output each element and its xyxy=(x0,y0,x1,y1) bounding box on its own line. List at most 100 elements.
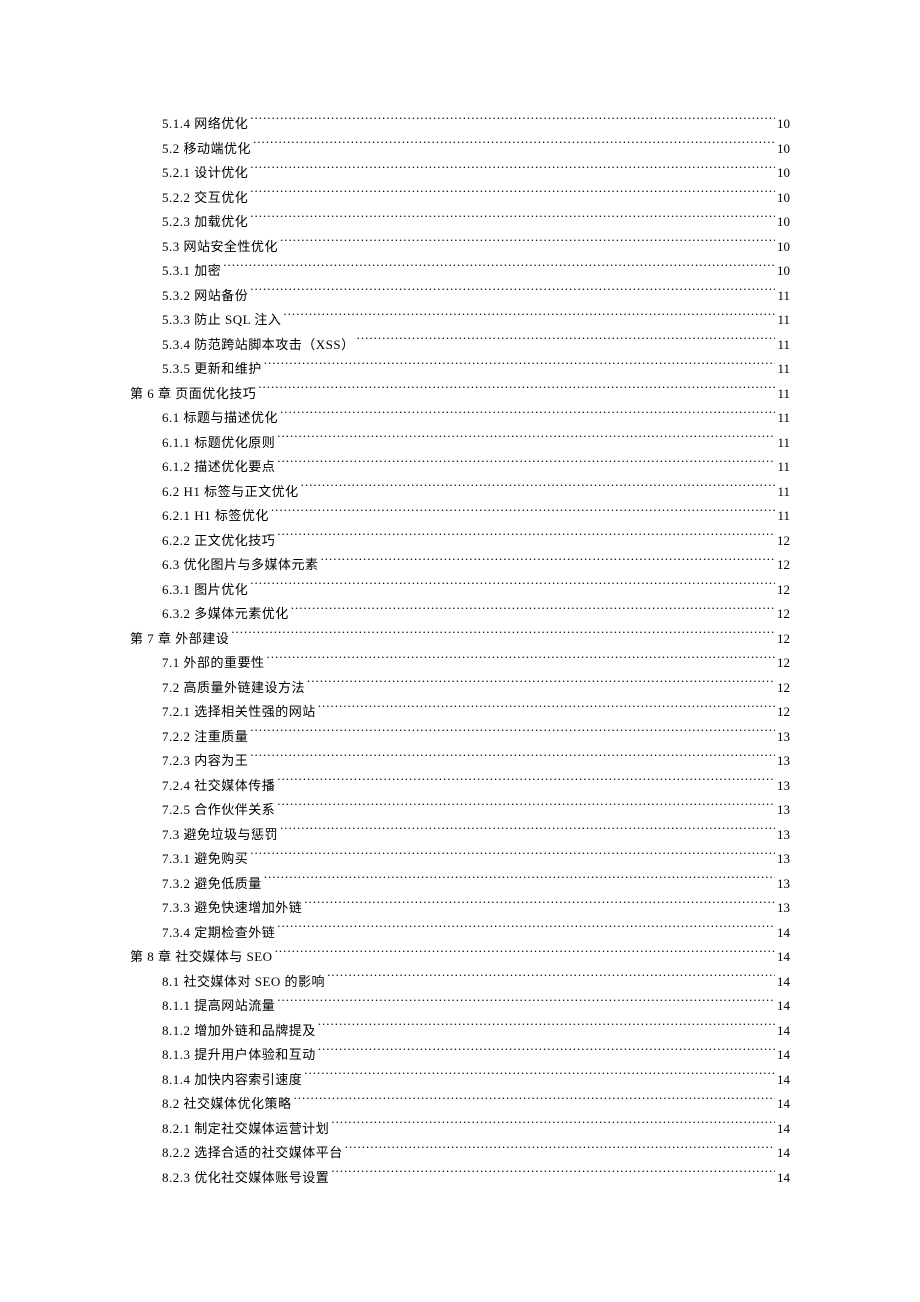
toc-label: 5.2 移动端优化 xyxy=(162,137,251,162)
toc-entry[interactable]: 8.2.1 制定社交媒体运营计划14 xyxy=(130,1117,790,1142)
toc-entry[interactable]: 7.2.5 合作伙伴关系13 xyxy=(130,798,790,823)
toc-page-number: 14 xyxy=(777,945,790,970)
toc-entry[interactable]: 7.2.4 社交媒体传播13 xyxy=(130,774,790,799)
toc-entry[interactable]: 8.2.3 优化社交媒体账号设置 14 xyxy=(130,1166,790,1191)
toc-entry[interactable]: 7.3.2 避免低质量13 xyxy=(130,872,790,897)
toc-leader-dots xyxy=(331,1169,775,1182)
toc-entry[interactable]: 8.1 社交媒体对 SEO 的影响14 xyxy=(130,970,790,995)
toc-entry[interactable]: 第 6 章 页面优化技巧11 xyxy=(130,382,790,407)
toc-entry[interactable]: 8.2.2 选择合适的社交媒体平台14 xyxy=(130,1141,790,1166)
toc-leader-dots xyxy=(280,826,775,839)
toc-entry[interactable]: 5.2.2 交互优化 10 xyxy=(130,186,790,211)
toc-page-number: 11 xyxy=(777,382,790,407)
toc-entry[interactable]: 8.1.4 加快内容索引速度14 xyxy=(130,1068,790,1093)
toc-entry[interactable]: 7.3.3 避免快速增加外链 13 xyxy=(130,896,790,921)
toc-entry[interactable]: 5.2.1 设计优化 10 xyxy=(130,161,790,186)
toc-label: 7.3.4 定期检查外链 xyxy=(162,921,275,946)
toc-label: 5.3.1 加密 xyxy=(162,259,221,284)
toc-page-number: 14 xyxy=(777,1068,790,1093)
toc-entry[interactable]: 6.2 H1 标签与正文优化11 xyxy=(130,480,790,505)
toc-entry[interactable]: 7.2 高质量外链建设方法 12 xyxy=(130,676,790,701)
toc-entry[interactable]: 5.3 网站安全性优化10 xyxy=(130,235,790,260)
toc-page-number: 14 xyxy=(777,921,790,946)
toc-leader-dots xyxy=(250,164,775,177)
toc-entry[interactable]: 5.2 移动端优化 10 xyxy=(130,137,790,162)
toc-leader-dots xyxy=(264,360,776,373)
toc-label: 6.2 H1 标签与正文优化 xyxy=(162,480,299,505)
toc-page-number: 10 xyxy=(777,259,790,284)
toc-leader-dots xyxy=(277,434,775,447)
toc-entry[interactable]: 6.1 标题与描述优化11 xyxy=(130,406,790,431)
toc-entry[interactable]: 7.3.1 避免购买 13 xyxy=(130,847,790,872)
toc-leader-dots xyxy=(318,1046,775,1059)
toc-leader-dots xyxy=(277,801,775,814)
toc-label: 8.2.3 优化社交媒体账号设置 xyxy=(162,1166,329,1191)
toc-entry[interactable]: 6.1.1 标题优化原则11 xyxy=(130,431,790,456)
toc-leader-dots xyxy=(250,189,775,202)
toc-entry[interactable]: 7.3 避免垃圾与惩罚13 xyxy=(130,823,790,848)
toc-page-number: 12 xyxy=(777,627,790,652)
toc-entry[interactable]: 7.2.2 注重质量 13 xyxy=(130,725,790,750)
toc-page-number: 11 xyxy=(777,431,790,456)
toc-label: 7.3.2 避免低质量 xyxy=(162,872,262,897)
toc-entry[interactable]: 5.3.5 更新和维护11 xyxy=(130,357,790,382)
toc-leader-dots xyxy=(301,483,776,496)
toc-page-number: 12 xyxy=(777,651,790,676)
toc-label: 7.3.3 避免快速增加外链 xyxy=(162,896,302,921)
toc-leader-dots xyxy=(250,213,775,226)
toc-leader-dots xyxy=(277,997,775,1010)
toc-entry[interactable]: 7.2.3 内容为王 13 xyxy=(130,749,790,774)
toc-entry[interactable]: 5.3.1 加密 10 xyxy=(130,259,790,284)
toc-entry[interactable]: 8.1.2 增加外链和品牌提及14 xyxy=(130,1019,790,1044)
toc-leader-dots xyxy=(304,1071,775,1084)
toc-page-number: 11 xyxy=(777,357,790,382)
toc-label: 5.3.2 网站备份 xyxy=(162,284,248,309)
toc-leader-dots xyxy=(294,1095,775,1108)
toc-label: 8.2 社交媒体优化策略 xyxy=(162,1092,292,1117)
toc-entry[interactable]: 6.2.1 H1 标签优化11 xyxy=(130,504,790,529)
toc-page-number: 14 xyxy=(777,1043,790,1068)
toc-leader-dots xyxy=(331,1120,775,1133)
toc-leader-dots xyxy=(318,1022,775,1035)
toc-entry[interactable]: 7.3.4 定期检查外链 14 xyxy=(130,921,790,946)
toc-page-number: 13 xyxy=(777,896,790,921)
toc-leader-dots xyxy=(345,1144,775,1157)
toc-leader-dots xyxy=(275,948,775,961)
toc-entry[interactable]: 第 7 章 外部建设 12 xyxy=(130,627,790,652)
toc-leader-dots xyxy=(250,581,775,594)
toc-leader-dots xyxy=(283,311,775,324)
toc-entry[interactable]: 8.1.1 提高网站流量14 xyxy=(130,994,790,1019)
toc-leader-dots xyxy=(357,336,776,349)
toc-label: 5.2.2 交互优化 xyxy=(162,186,248,211)
toc-entry[interactable]: 5.3.3 防止 SQL 注入11 xyxy=(130,308,790,333)
toc-entry[interactable]: 第 8 章 社交媒体与 SEO14 xyxy=(130,945,790,970)
toc-entry[interactable]: 6.3 优化图片与多媒体元素12 xyxy=(130,553,790,578)
toc-entry[interactable]: 6.1.2 描述优化要点11 xyxy=(130,455,790,480)
toc-page-number: 13 xyxy=(777,749,790,774)
toc-entry[interactable]: 5.1.4 网络优化 10 xyxy=(130,112,790,137)
toc-entry[interactable]: 5.2.3 加载优化 10 xyxy=(130,210,790,235)
toc-page-number: 12 xyxy=(777,676,790,701)
toc-entry[interactable]: 6.3.1 图片优化 12 xyxy=(130,578,790,603)
toc-entry[interactable]: 6.2.2 正文优化技巧12 xyxy=(130,529,790,554)
toc-label: 8.2.2 选择合适的社交媒体平台 xyxy=(162,1141,343,1166)
toc-label: 7.2.4 社交媒体传播 xyxy=(162,774,275,799)
toc-entry[interactable]: 7.1 外部的重要性12 xyxy=(130,651,790,676)
toc-page-number: 13 xyxy=(777,725,790,750)
toc-entry[interactable]: 7.2.1 选择相关性强的网站12 xyxy=(130,700,790,725)
toc-leader-dots xyxy=(253,140,775,153)
toc-leader-dots xyxy=(280,238,775,251)
toc-entry[interactable]: 8.2 社交媒体优化策略14 xyxy=(130,1092,790,1117)
toc-page-number: 13 xyxy=(777,798,790,823)
toc-entry[interactable]: 5.3.2 网站备份 11 xyxy=(130,284,790,309)
toc-entry[interactable]: 6.3.2 多媒体元素优化12 xyxy=(130,602,790,627)
toc-label: 8.2.1 制定社交媒体运营计划 xyxy=(162,1117,329,1142)
toc-entry[interactable]: 8.1.3 提升用户体验和互动14 xyxy=(130,1043,790,1068)
toc-label: 第 7 章 外部建设 xyxy=(130,627,229,652)
toc-page-number: 12 xyxy=(777,529,790,554)
toc-page-number: 11 xyxy=(777,333,790,358)
toc-entry[interactable]: 5.3.4 防范跨站脚本攻击（XSS）11 xyxy=(130,333,790,358)
toc-label: 6.2.1 H1 标签优化 xyxy=(162,504,269,529)
toc-label: 7.2 高质量外链建设方法 xyxy=(162,676,305,701)
toc-page-number: 14 xyxy=(777,1166,790,1191)
